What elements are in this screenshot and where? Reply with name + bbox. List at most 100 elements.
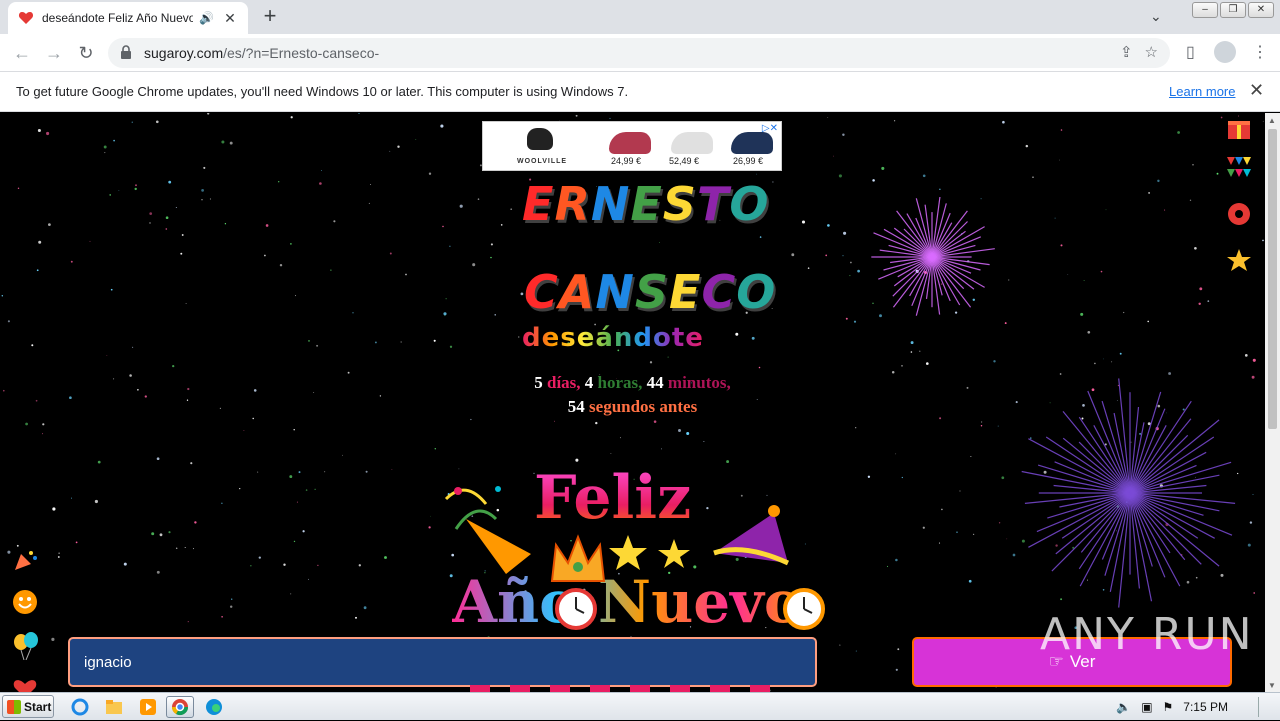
ad-price: 26,99 €: [733, 156, 764, 166]
anyrun-watermark: ANY RUN: [1040, 609, 1254, 660]
bookmark-star-icon[interactable]: ☆: [1145, 43, 1158, 61]
learn-more-link[interactable]: Learn more: [1169, 84, 1235, 99]
side-panel-icon[interactable]: ▯: [1186, 42, 1195, 62]
page-scrollbar[interactable]: ▲ ▼: [1265, 113, 1280, 692]
name-letter: O: [729, 177, 770, 231]
alarm-clock-icon: [783, 588, 825, 630]
donut-icon[interactable]: [1226, 201, 1252, 227]
tab-close-icon[interactable]: ✕: [222, 10, 238, 27]
countdown-line-2: 54 segundos antes: [0, 397, 1265, 417]
heart-icon: [18, 10, 34, 26]
start-button[interactable]: Start: [2, 695, 54, 718]
name-letter: S: [662, 177, 697, 231]
update-infobar: To get future Google Chrome updates, you…: [0, 72, 1280, 112]
name-letter: E: [630, 177, 663, 231]
gift-icon[interactable]: [1226, 115, 1252, 141]
lock-icon[interactable]: [120, 44, 134, 62]
name-letter: S: [634, 265, 670, 319]
wishing-text: deseándote: [522, 323, 704, 353]
hours-label: horas,: [597, 373, 643, 392]
browser-tab[interactable]: deseándote Feliz Año Nuevo 20 🔊 ✕: [8, 2, 248, 34]
balloons-icon[interactable]: [12, 632, 38, 660]
name-letter: A: [558, 265, 596, 319]
alarm-clock-icon: [555, 588, 597, 630]
minimize-button[interactable]: –: [1192, 2, 1218, 18]
name-letter: N: [595, 265, 635, 319]
tab-strip: deseándote Feliz Año Nuevo 20 🔊 ✕ + ⌄ – …: [0, 0, 1280, 34]
star-icon[interactable]: [1226, 247, 1252, 273]
crown-icon: [550, 534, 606, 582]
window-controls: – ❐ ✕: [1190, 2, 1274, 18]
scrollbar-thumb[interactable]: [1268, 129, 1277, 429]
countdown-line-1: 5 días, 4 horas, 44 minutos,: [0, 373, 1265, 393]
days-value: 5: [534, 373, 543, 392]
address-bar[interactable]: sugaroy.com/es/?n=Ernesto-canseco- ⇪ ☆: [108, 38, 1170, 68]
internet-explorer-icon[interactable]: [66, 696, 94, 718]
maximize-button[interactable]: ❐: [1220, 2, 1246, 18]
profile-avatar[interactable]: [1214, 41, 1236, 63]
scroll-down-icon[interactable]: ▼: [1268, 681, 1276, 690]
firework-burst: [871, 197, 995, 316]
share-icon[interactable]: ⇪: [1120, 43, 1133, 61]
speaker-icon[interactable]: 🔊: [199, 11, 214, 25]
stars-icon: [609, 535, 690, 570]
close-window-button[interactable]: ✕: [1248, 2, 1274, 18]
name-letter: E: [522, 177, 555, 231]
smiley-face-icon[interactable]: [12, 589, 38, 615]
forward-icon[interactable]: →: [42, 41, 66, 65]
days-label: días,: [547, 373, 581, 392]
new-tab-button[interactable]: +: [258, 5, 282, 29]
advertisement-banner[interactable]: WOOLVILLE 24,99 € 52,49 € 26,99 € ▷✕: [482, 121, 782, 171]
network-icon[interactable]: ▣: [1141, 700, 1152, 714]
clock-time[interactable]: 7:15 PM: [1183, 700, 1228, 714]
feliz-heading: Feliz: [534, 463, 692, 533]
windows-taskbar: Start 🔈 ▣ ⚑ 7:15 PM: [0, 692, 1280, 720]
start-label: Start: [24, 699, 52, 714]
chrome-taskbar-icon[interactable]: [166, 696, 194, 718]
media-player-icon[interactable]: [134, 696, 162, 718]
decorative-strip: [470, 685, 770, 692]
file-explorer-icon[interactable]: [100, 696, 128, 718]
name-letter: O: [736, 265, 777, 319]
browser-toolbar: ← → ↻ sugaroy.com/es/?n=Ernesto-canseco-…: [0, 34, 1280, 72]
first-name-title: ERNESTO: [522, 177, 769, 231]
name-letter: N: [590, 177, 631, 231]
show-desktop-button[interactable]: [1258, 697, 1270, 717]
infobar-message: To get future Google Chrome updates, you…: [16, 84, 629, 99]
volume-icon[interactable]: 🔈: [1116, 700, 1131, 714]
ad-brand: WOOLVILLE: [517, 158, 568, 165]
flag-icon[interactable]: ⚑: [1163, 700, 1174, 714]
minutes-value: 44: [646, 373, 664, 392]
tab-title: deseándote Feliz Año Nuevo 20: [42, 11, 194, 25]
name-letter: R: [554, 177, 591, 231]
ad-price: 24,99 €: [611, 156, 642, 166]
name-letter: C: [524, 265, 559, 319]
heart-icon[interactable]: [12, 675, 38, 692]
slipper-image: [731, 132, 773, 154]
windows-logo-icon: [7, 699, 21, 714]
sheep-logo-icon: [527, 128, 553, 150]
ad-price: 52,49 €: [669, 156, 700, 166]
seconds-value: 54: [567, 397, 585, 416]
infobar-close-icon[interactable]: ✕: [1249, 80, 1264, 101]
edge-icon[interactable]: [200, 696, 228, 718]
system-tray: 🔈 ▣ ⚑ 7:15 PM: [1116, 693, 1280, 721]
reload-icon[interactable]: ↻: [74, 41, 98, 65]
party-popper-icon[interactable]: [12, 547, 38, 573]
menu-kebab-icon[interactable]: ⋮: [1252, 42, 1268, 62]
bunting-icon[interactable]: [1226, 155, 1252, 181]
seconds-label: segundos antes: [589, 397, 698, 416]
page-content: WOOLVILLE 24,99 € 52,49 € 26,99 € ▷✕ ERN…: [0, 113, 1265, 692]
url-host: sugaroy.com: [144, 45, 224, 61]
name-letter: T: [696, 177, 730, 231]
slipper-image: [609, 132, 651, 154]
scroll-up-icon[interactable]: ▲: [1268, 116, 1276, 125]
tab-search-icon[interactable]: ⌄: [1150, 8, 1162, 25]
ad-close-icon[interactable]: ▷✕: [762, 123, 778, 134]
minutes-label: minutos,: [667, 373, 731, 392]
back-icon[interactable]: ←: [10, 41, 34, 65]
last-name-title: CANSECO: [524, 265, 776, 319]
url-path: /es/?n=Ernesto-canseco-: [223, 45, 380, 61]
name-letter: C: [701, 265, 737, 319]
name-input[interactable]: [68, 637, 817, 687]
